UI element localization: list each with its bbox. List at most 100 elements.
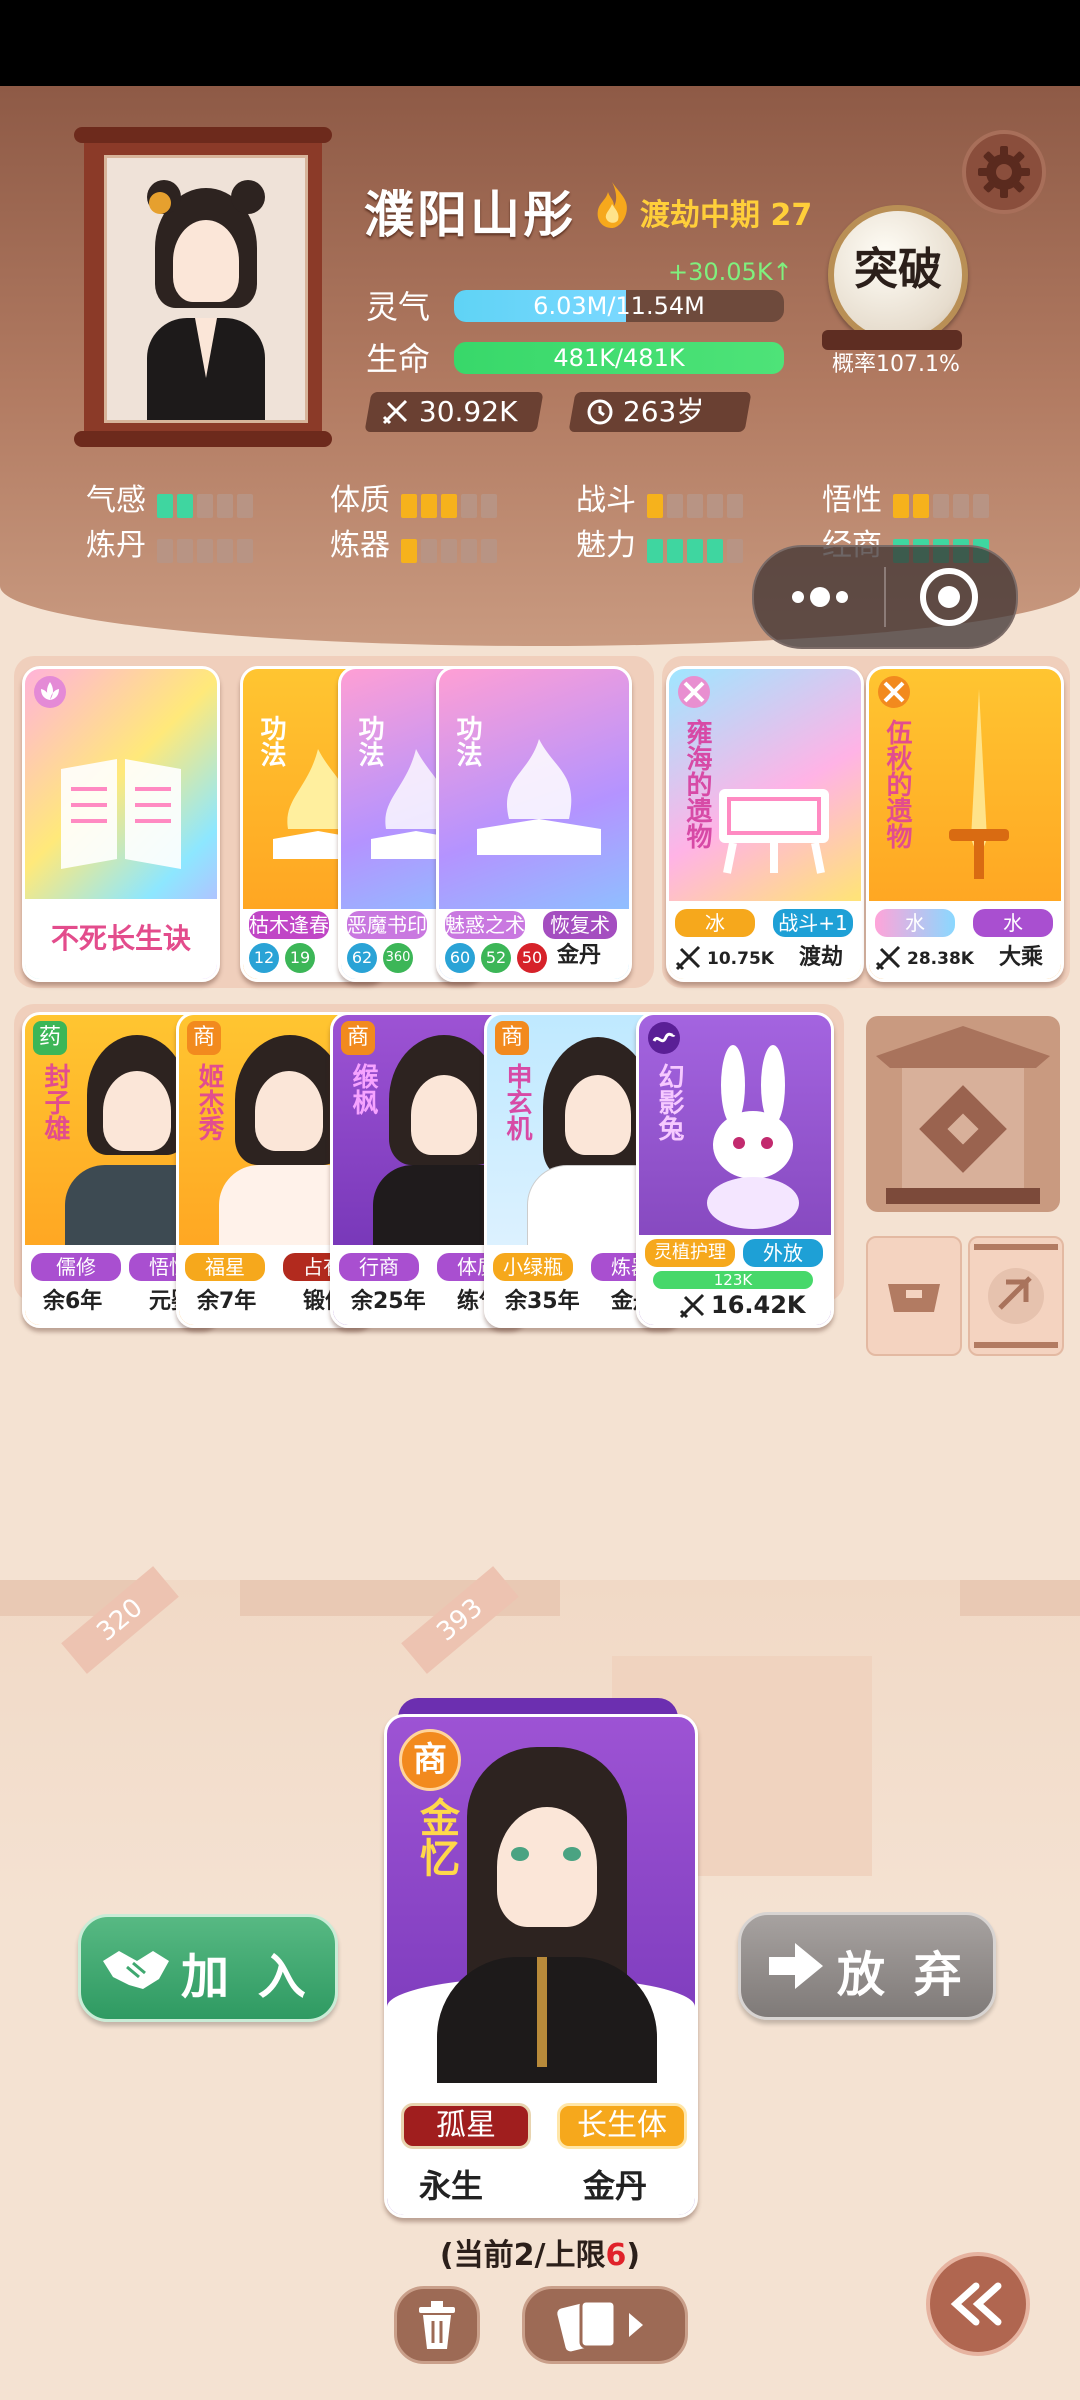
relic-tag: 水 — [973, 909, 1053, 937]
attribute-segment — [707, 493, 724, 518]
card-number: 60 — [445, 943, 475, 973]
technique-card-3[interactable]: 功法 魅惑之术 恢复术 60 52 50 金丹 — [436, 666, 632, 982]
attribute-segment — [647, 493, 664, 518]
attribute-segment — [157, 493, 174, 518]
crossed-swords-icon — [878, 676, 910, 708]
status-bar — [0, 0, 1080, 86]
scroll-button[interactable] — [968, 1236, 1064, 1356]
miniprogram-capsule — [752, 545, 1018, 649]
attribute-segment — [237, 493, 254, 518]
more-dots-icon — [792, 587, 848, 607]
attribute-segment — [421, 538, 438, 563]
attribute-segment — [197, 538, 214, 563]
pet-power: 16.42K — [711, 1291, 806, 1319]
companion-tag: 儒修 — [31, 1253, 121, 1281]
attribute-segment — [401, 493, 418, 518]
quit-button[interactable]: 放 弃 — [738, 1912, 996, 2020]
breakthrough-button[interactable]: 突破 — [828, 205, 968, 345]
gear-icon — [978, 146, 1030, 198]
relic-power: 28.38K — [907, 949, 974, 969]
bowl-button[interactable] — [866, 1236, 962, 1356]
target-icon — [920, 568, 978, 626]
cards-icon — [557, 2299, 643, 2352]
join-label: 加 入 — [181, 1949, 312, 2005]
background-roof — [960, 1580, 1080, 1616]
attribute-segment — [647, 538, 664, 563]
trade-building[interactable] — [866, 1016, 1060, 1212]
quit-label: 放 弃 — [837, 1947, 968, 2003]
player-portrait — [104, 155, 308, 423]
pet-hp-value: 123K — [713, 1271, 753, 1289]
attribute-qigan: 气感 — [86, 475, 257, 519]
attribute-segment — [197, 493, 214, 518]
relic-tag: 水 — [875, 909, 955, 937]
cauldron-icon — [719, 789, 829, 874]
attribute-tizhi: 体质 — [330, 475, 501, 519]
attribute-level — [157, 538, 257, 563]
card-deck-button[interactable] — [522, 2286, 688, 2364]
attribute-segment — [237, 538, 254, 563]
attribute-label: 炼器 — [330, 528, 390, 563]
pavilion-icon — [876, 1026, 1050, 1204]
attribute-level — [401, 538, 501, 563]
book-icon — [61, 759, 181, 869]
attribute-segment — [217, 493, 234, 518]
portrait-frame[interactable] — [74, 127, 332, 447]
companion-name: 申玄机 — [502, 1063, 532, 1141]
attribute-segment — [667, 538, 684, 563]
attribute-segment — [401, 538, 418, 563]
attribute-segment — [687, 493, 704, 518]
scroll-rod-bottom — [74, 431, 332, 447]
attribute-segment — [707, 538, 724, 563]
card-number: 52 — [481, 943, 511, 973]
double-chevron-left-icon — [950, 2282, 1002, 2326]
card-tag: 魅惑之术 — [445, 911, 525, 939]
close-miniprogram-button[interactable] — [886, 547, 1016, 647]
rabbit-icon — [707, 1045, 799, 1229]
pet-card[interactable]: 幻影兔 灵植护理 外放 123K 16.42K — [636, 1012, 834, 1328]
sword-icon — [675, 945, 701, 971]
companion-tag: 行商 — [339, 1253, 419, 1281]
companion-badge: 商 — [187, 1021, 221, 1055]
technique-card-main[interactable]: 不死长生诀 — [22, 666, 220, 982]
sword-relic-icon — [949, 689, 1009, 879]
cultivation-realm: 渡劫中期 27 — [640, 198, 813, 233]
player-name: 濮阳山彤 — [364, 186, 576, 244]
card-number: 360 — [383, 943, 413, 973]
clock-icon — [587, 399, 613, 425]
companion-badge: 商 — [341, 1021, 375, 1055]
relic-card-2[interactable]: 伍秋的遗物 水 水 28.38K 大乘 — [866, 666, 1064, 982]
hp-bar: 481K/481K — [454, 342, 784, 374]
sword-icon — [679, 1293, 705, 1319]
more-button[interactable] — [754, 547, 884, 647]
attribute-segment — [157, 538, 174, 563]
scroll-rod-top — [74, 127, 332, 143]
card-number: 62 — [347, 943, 377, 973]
candidate-trait: 长生体 — [557, 2103, 687, 2149]
relic-card-1[interactable]: 雍海的遗物 冰 战斗+1 10.75K 渡劫 — [666, 666, 864, 982]
attribute-segment — [913, 493, 930, 518]
settings-button[interactable] — [962, 130, 1046, 214]
capacity-text: (当前2/上限6) — [0, 2230, 1080, 2274]
candidate-card[interactable]: 商 金忆 孤星 长生体 永生 金丹 — [384, 1714, 698, 2218]
companion-badge: 商 — [495, 1021, 529, 1055]
attribute-label: 魅力 — [576, 528, 636, 563]
relic-realm: 渡劫 — [799, 945, 844, 970]
capacity-limit: 6 — [605, 2238, 627, 2273]
card-number: 19 — [285, 943, 315, 973]
attribute-segment — [727, 493, 744, 518]
collapse-button[interactable] — [926, 2252, 1030, 2356]
attribute-segment — [177, 493, 194, 518]
companion-name: 封子雄 — [40, 1063, 70, 1141]
card-number: 50 — [517, 943, 547, 973]
join-button[interactable]: 加 入 — [78, 1914, 338, 2022]
arrow-right-icon — [769, 1943, 823, 1989]
delete-button[interactable] — [394, 2286, 480, 2364]
card-tag: 恢复术 — [543, 911, 617, 939]
attribute-zhandou: 战斗 — [576, 475, 747, 519]
crossed-swords-icon — [678, 676, 710, 708]
open-book-icon — [477, 739, 601, 855]
attribute-segment — [953, 493, 970, 518]
attribute-segment — [973, 493, 990, 518]
attribute-level — [157, 493, 257, 518]
